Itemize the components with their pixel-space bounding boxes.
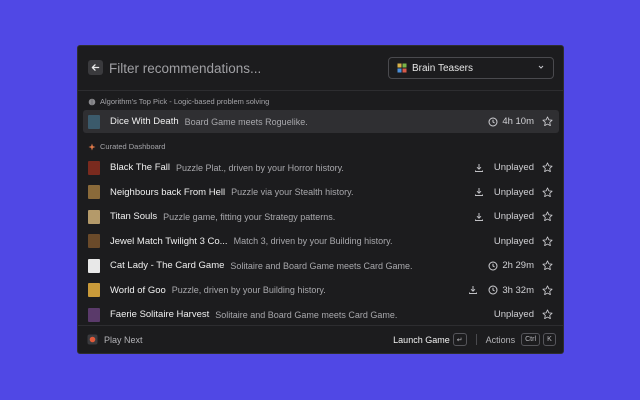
enter-key-hint: ↵ xyxy=(452,333,467,346)
game-thumbnail xyxy=(88,209,100,224)
star-icon[interactable] xyxy=(542,162,554,173)
game-title: Faerie Solitaire Harvest xyxy=(110,309,210,320)
game-thumbnail xyxy=(88,160,100,175)
list-item-top-pick[interactable]: Dice With Death Board Game meets Rogueli… xyxy=(83,110,559,133)
star-icon[interactable] xyxy=(542,285,554,296)
playtime: 4h 10m xyxy=(502,116,534,127)
list-item[interactable]: Black The Fall Puzzle Plat., driven by y… xyxy=(83,156,559,179)
brain-icon xyxy=(88,98,96,106)
game-thumbnail xyxy=(88,185,100,199)
play-next-label: Play Next xyxy=(104,334,143,345)
chevron-down-icon xyxy=(537,63,545,71)
dropdown-value: Brain Teasers xyxy=(412,62,473,74)
star-icon[interactable] xyxy=(542,211,554,222)
puzzle-icon xyxy=(397,63,407,73)
download-icon xyxy=(468,285,478,295)
playtime: 3h 32m xyxy=(502,284,534,296)
playtime: 2h 29m xyxy=(502,260,534,271)
game-title: Cat Lady - The Card Game xyxy=(110,260,225,271)
star-icon[interactable] xyxy=(542,309,554,320)
star-icon[interactable] xyxy=(542,260,554,271)
game-thumbnail xyxy=(88,258,100,273)
arrow-left-icon xyxy=(91,63,100,72)
list-item[interactable]: Cat Lady - The Card Game Solitaire and B… xyxy=(83,254,559,277)
game-thumbnail xyxy=(88,307,100,322)
sparkle-icon xyxy=(88,143,96,151)
play-status: Unplayed xyxy=(493,235,534,247)
k-key-hint: K xyxy=(543,333,556,346)
game-title: World of Goo xyxy=(110,284,166,296)
star-icon[interactable] xyxy=(542,187,554,198)
game-subtitle: Board Game meets Roguelike. xyxy=(184,116,308,127)
star-icon[interactable] xyxy=(542,236,554,247)
clock-icon xyxy=(488,117,498,127)
list-item[interactable]: Jewel Match Twilight 3 Co... Match 3, dr… xyxy=(83,230,559,253)
game-thumbnail xyxy=(88,283,100,297)
app-icon xyxy=(87,334,98,345)
play-status: Unplayed xyxy=(493,162,534,173)
game-title: Titan Souls xyxy=(110,211,158,222)
star-icon[interactable] xyxy=(542,116,554,127)
game-title: Neighbours back From Hell xyxy=(110,186,226,198)
play-status: Unplayed xyxy=(493,309,534,320)
download-icon xyxy=(474,187,484,197)
category-dropdown[interactable]: Brain Teasers xyxy=(388,57,554,79)
game-subtitle: Puzzle via your Stealth history. xyxy=(231,187,354,197)
game-subtitle: Match 3, driven by your Building history… xyxy=(233,236,393,246)
game-title: Dice With Death xyxy=(110,116,179,127)
game-subtitle: Puzzle game, fitting your Strategy patte… xyxy=(163,211,336,222)
header: Brain Teasers xyxy=(78,46,563,91)
game-thumbnail xyxy=(88,234,100,248)
game-subtitle: Solitaire and Board Game meets Card Game… xyxy=(230,260,413,271)
divider xyxy=(475,334,477,345)
game-thumbnail xyxy=(88,114,100,129)
filter-input[interactable] xyxy=(109,58,349,78)
download-icon xyxy=(474,163,484,173)
list-item[interactable]: Neighbours back From Hell Puzzle via you… xyxy=(83,181,559,204)
list-item[interactable]: World of Goo Puzzle, driven by your Buil… xyxy=(83,279,559,302)
game-subtitle: Puzzle, driven by your Building history. xyxy=(171,285,326,295)
top-pick-section-label: Algorithm's Top Pick - Logic-based probl… xyxy=(88,97,269,106)
clock-icon xyxy=(488,285,498,295)
download-icon xyxy=(474,212,484,222)
game-title: Black The Fall xyxy=(110,162,171,173)
launch-game-button[interactable]: Launch Game xyxy=(393,335,450,345)
clock-icon xyxy=(488,261,498,271)
game-title: Jewel Match Twilight 3 Co... xyxy=(110,235,228,247)
actions-button[interactable]: Actions xyxy=(486,335,516,345)
list-item[interactable]: Titan Souls Puzzle game, fitting your St… xyxy=(83,205,559,228)
play-status: Unplayed xyxy=(493,186,534,198)
game-subtitle: Solitaire and Board Game meets Card Game… xyxy=(215,309,398,320)
back-button[interactable] xyxy=(88,60,103,75)
curated-section-label: Curated Dashboard xyxy=(88,142,165,151)
game-subtitle: Puzzle Plat., driven by your Horror hist… xyxy=(176,162,344,173)
recommendations-window: Brain Teasers Algorithm's Top Pick - Log… xyxy=(77,45,564,354)
play-status: Unplayed xyxy=(493,211,534,222)
list-item[interactable]: Faerie Solitaire Harvest Solitaire and B… xyxy=(83,303,559,326)
footer: Play Next Launch Game ↵ Actions Ctrl K xyxy=(78,325,563,353)
ctrl-key-hint: Ctrl xyxy=(521,333,540,346)
